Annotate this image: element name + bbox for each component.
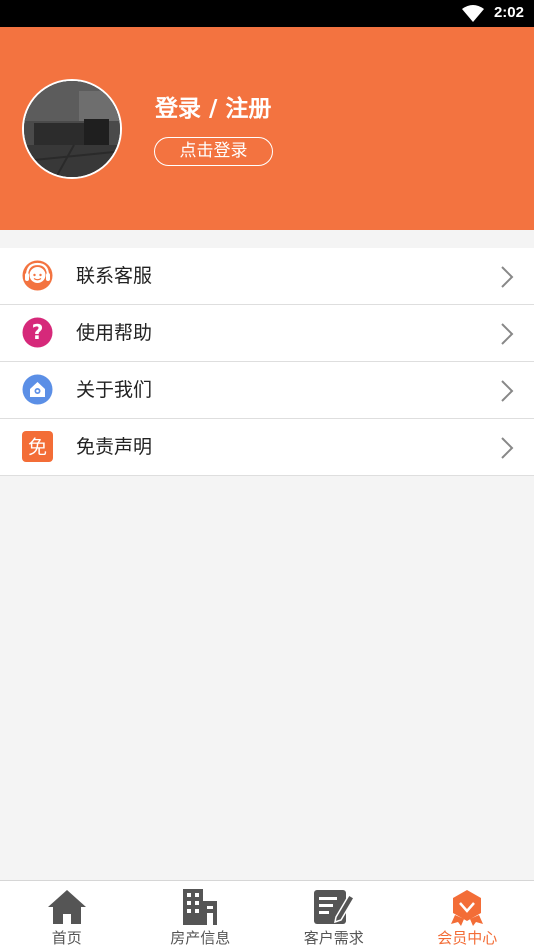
- status-time: 2:02: [493, 4, 524, 21]
- avatar-image: [24, 81, 120, 177]
- tab-label: 客户需求: [303, 929, 364, 947]
- chevron-right-icon: [501, 266, 514, 288]
- menu-item-label: 免责声明: [76, 436, 153, 458]
- menu-item-disclaimer[interactable]: 免 免责声明: [0, 419, 534, 476]
- tab-member-center[interactable]: 会员中心: [401, 881, 534, 949]
- login-button[interactable]: 点击登录: [154, 137, 273, 166]
- svg-text:免: 免: [28, 437, 47, 459]
- tab-label: 首页: [51, 929, 82, 947]
- tab-home[interactable]: 首页: [0, 881, 134, 949]
- chevron-right-icon: [501, 323, 514, 345]
- bottom-tab-bar: 首页 房产信息 客户需求 会员中心: [0, 880, 534, 949]
- menu-item-help[interactable]: ? 使用帮助: [0, 305, 534, 362]
- disclaimer-icon: 免: [22, 431, 53, 462]
- help-icon: ?: [22, 317, 53, 348]
- status-bar: 2:02: [0, 0, 534, 27]
- tab-property-info[interactable]: 房产信息: [134, 881, 268, 949]
- menu-item-label: 关于我们: [76, 379, 153, 401]
- svg-text:?: ?: [32, 320, 44, 344]
- about-us-icon: [22, 374, 53, 405]
- building-icon: [183, 889, 218, 925]
- avatar[interactable]: [22, 79, 122, 179]
- tab-customer-needs[interactable]: 客户需求: [267, 881, 401, 949]
- chevron-right-icon: [501, 380, 514, 402]
- customer-service-icon: [22, 260, 53, 291]
- menu-list: 联系客服 ? 使用帮助 关于我们 免 免责声明: [0, 248, 534, 476]
- tab-label: 房产信息: [170, 929, 231, 947]
- menu-item-label: 联系客服: [76, 265, 153, 287]
- menu-item-label: 使用帮助: [76, 322, 153, 344]
- login-register-title[interactable]: 登录 / 注册: [155, 89, 271, 123]
- chevron-right-icon: [501, 437, 514, 459]
- home-icon: [47, 890, 86, 924]
- menu-item-customer-service[interactable]: 联系客服: [0, 248, 534, 305]
- tab-label: 会员中心: [437, 929, 498, 947]
- member-badge-icon: [451, 890, 484, 926]
- profile-header: 登录 / 注册 点击登录: [0, 27, 534, 230]
- wifi-icon: [462, 5, 484, 22]
- menu-item-about-us[interactable]: 关于我们: [0, 362, 534, 419]
- edit-document-icon: [313, 890, 355, 924]
